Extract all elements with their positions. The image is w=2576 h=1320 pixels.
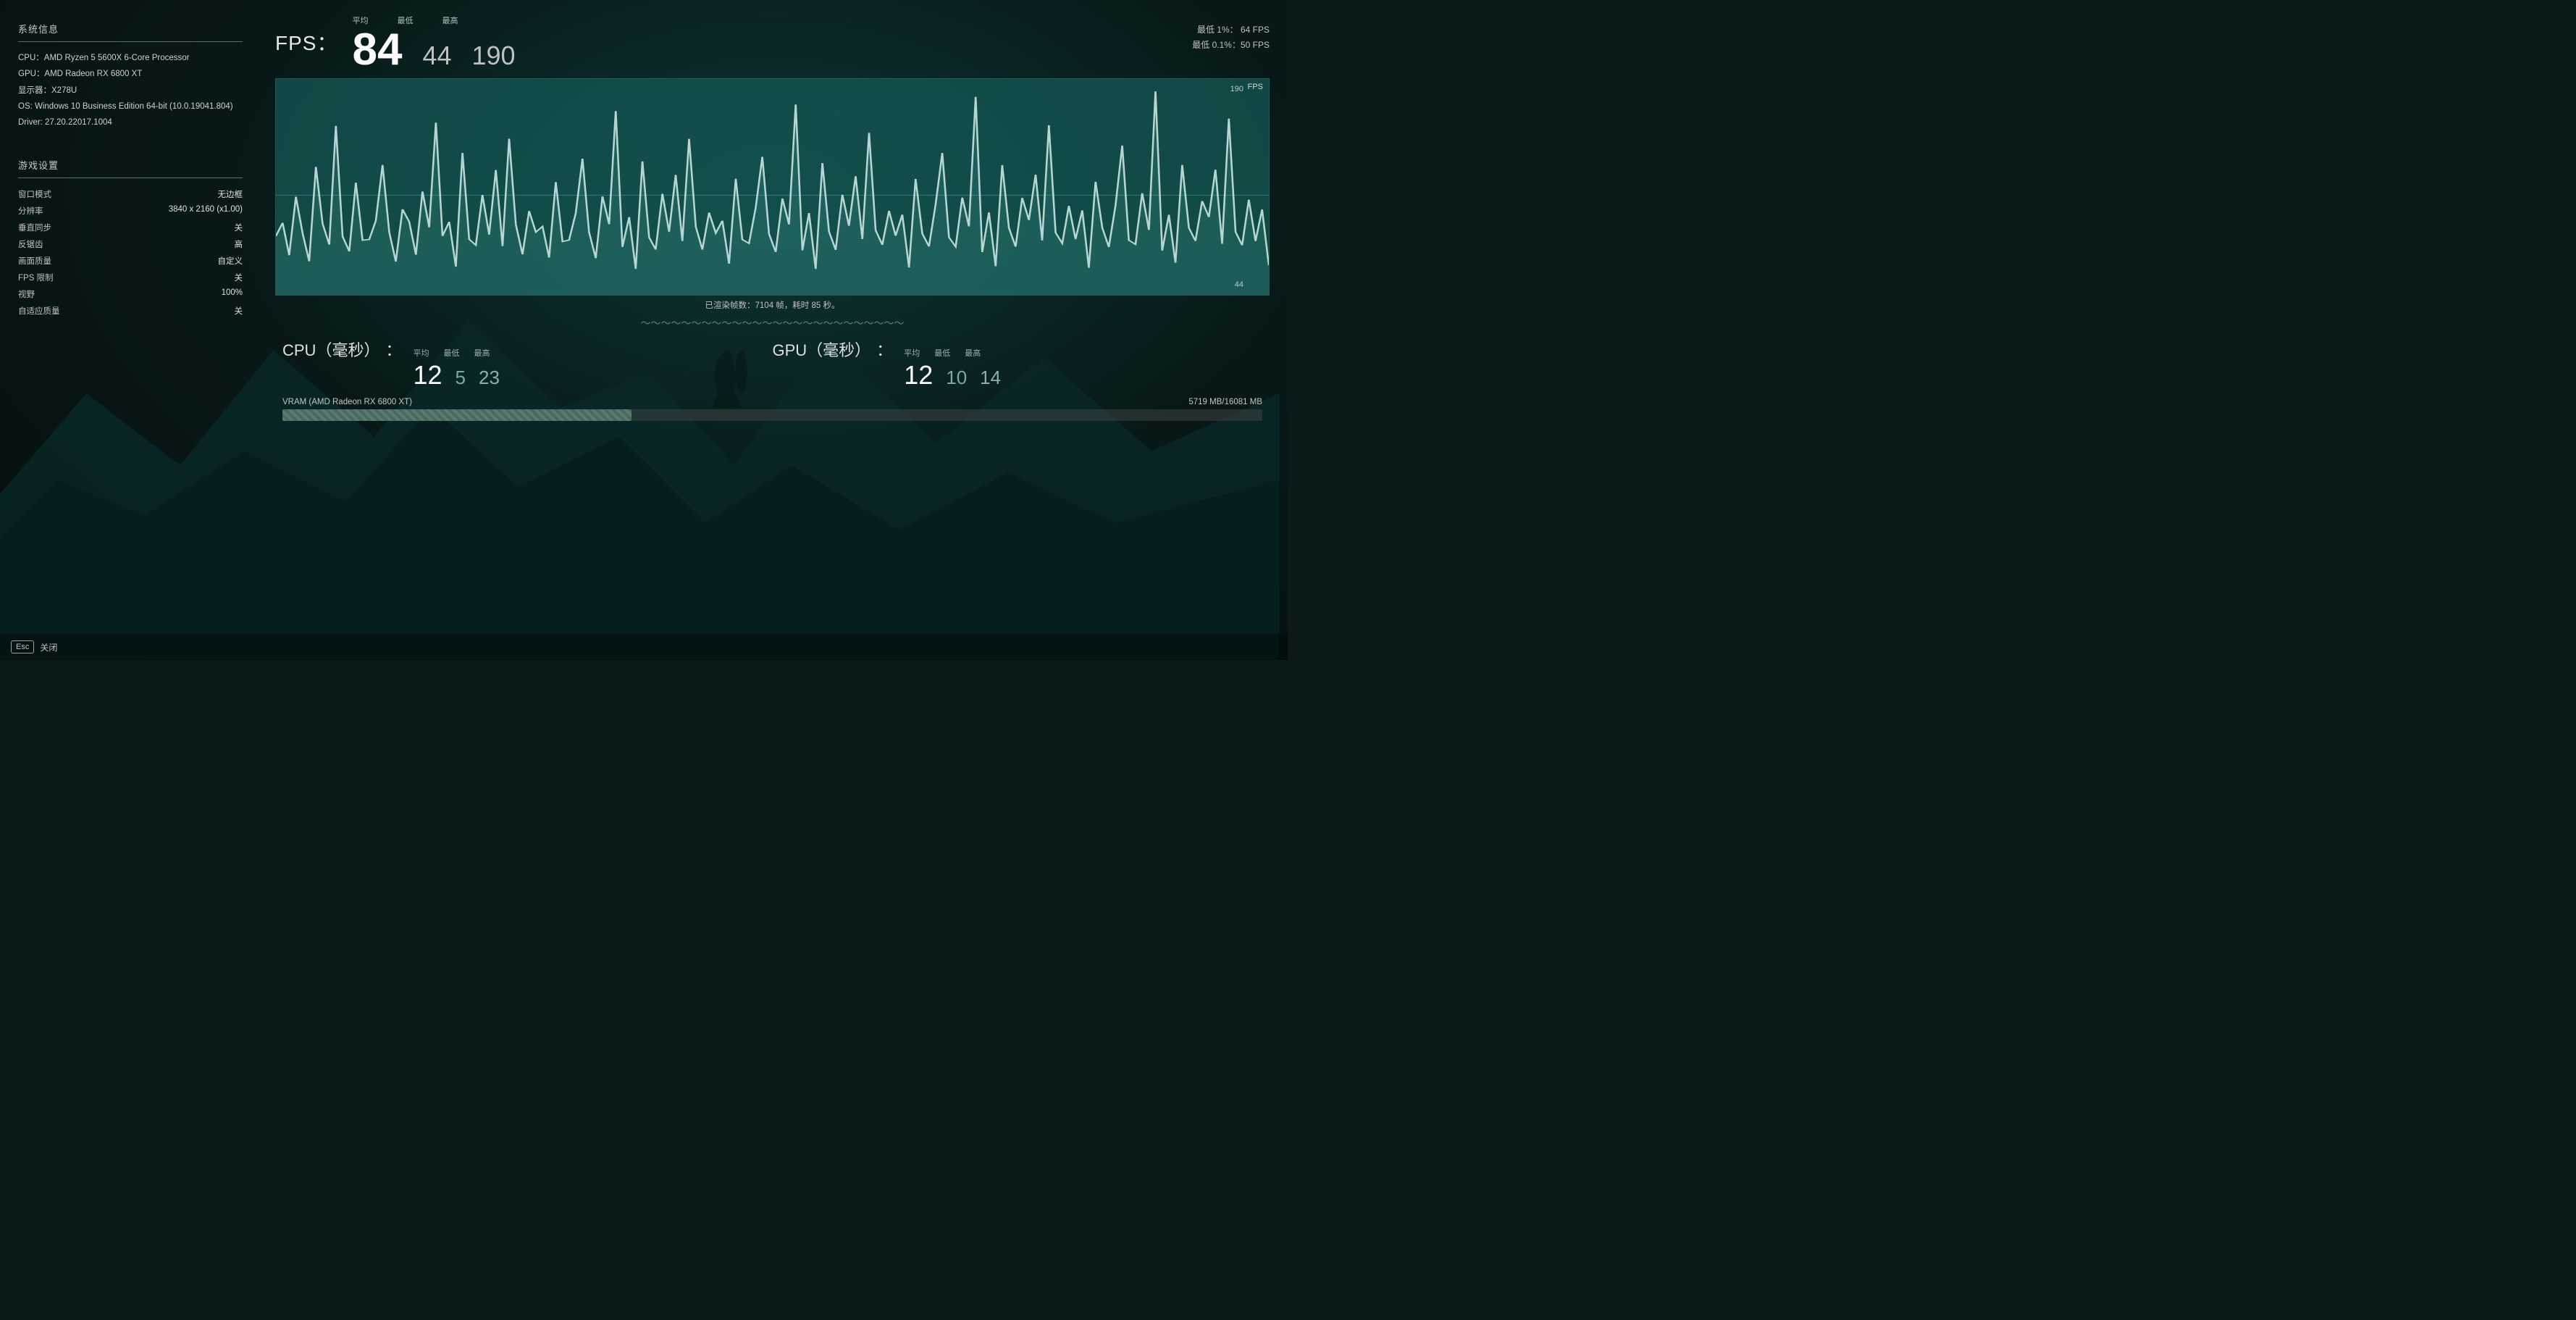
settings-key: 垂直同步	[18, 222, 91, 233]
settings-val: 关	[235, 272, 243, 283]
cpu-values: 12 5 23	[413, 360, 499, 390]
fps-right-stats: 最低 1%： 64 FPS 最低 0.1%：50 FPS	[1192, 14, 1270, 54]
game-settings-title: 游戏设置	[18, 158, 243, 172]
gpu-min-value: 10	[946, 367, 967, 389]
fps-chart: FPS 190 44	[275, 78, 1270, 296]
settings-row: 视野 100%	[18, 288, 243, 300]
left-panel: 系统信息 CPU：AMD Ryzen 5 5600X 6-Core Proces…	[0, 0, 261, 660]
gpu-min-label: 最低	[934, 347, 950, 359]
settings-table: 窗口模式无边框分辨率3840 x 2160 (x1.00)垂直同步关反锯齿高画面…	[18, 188, 243, 317]
driver-info: Driver: 27.20.22017.1004	[18, 117, 243, 129]
gpu-info: GPU：AMD Radeon RX 6800 XT	[18, 68, 243, 80]
fps-header: FPS： 平均 最低 最高 84 44 190 最低 1%： 64 FP	[275, 14, 1270, 72]
cpu-min-label: 最低	[443, 347, 459, 359]
esc-bar: Esc 关闭	[0, 634, 1288, 660]
gpu-max-label: 最高	[965, 347, 981, 359]
cpu-gpu-row: CPU（毫秒） ： 平均 最低 最高 12 5 23 G	[275, 338, 1270, 390]
settings-val: 100%	[222, 288, 243, 300]
fps-percentile-01: 最低 0.1%：50 FPS	[1192, 38, 1270, 51]
gpu-values: 12 10 14	[904, 360, 1001, 390]
settings-val: 关	[235, 222, 243, 233]
gpu-metric-block: GPU（毫秒） ： 平均 最低 最高 12 10 14	[773, 338, 1263, 390]
gpu-colon: ：	[876, 338, 892, 361]
gpu-max-value: 14	[980, 367, 1001, 389]
settings-row: 分辨率 3840 x 2160 (x1.00)	[18, 205, 243, 217]
cpu-min-value: 5	[456, 367, 466, 389]
fps-max-value: 190	[471, 41, 515, 71]
settings-row: FPS 限制 关	[18, 272, 243, 283]
settings-row: 画面质量 自定义	[18, 255, 243, 267]
settings-row: 垂直同步 关	[18, 222, 243, 233]
esc-badge[interactable]: Esc	[11, 640, 34, 653]
system-info-title: 系统信息	[18, 22, 243, 35]
settings-row: 自适应质量 关	[18, 305, 243, 317]
gpu-label: GPU（毫秒）	[773, 338, 871, 361]
settings-val: 自定义	[218, 255, 243, 267]
cpu-max-value: 23	[479, 367, 500, 389]
fps-main-block: 平均 最低 最高 84 44 190	[352, 14, 515, 72]
os-info: OS: Windows 10 Business Edition 64-bit (…	[18, 101, 243, 113]
esc-label: 关闭	[40, 641, 57, 653]
fps-chart-max-label: 190	[1230, 85, 1243, 93]
settings-key: 反锯齿	[18, 238, 91, 250]
settings-val: 高	[235, 238, 243, 250]
gpu-avg-value: 12	[904, 360, 933, 390]
section-divider-2	[18, 177, 243, 178]
display-info: 显示器：X278U	[18, 85, 243, 97]
settings-key: 画面质量	[18, 255, 91, 267]
game-settings-section: 游戏设置 窗口模式无边框分辨率3840 x 2160 (x1.00)垂直同步关反…	[18, 158, 243, 317]
fps-percentile-1: 最低 1%： 64 FPS	[1192, 23, 1270, 35]
cpu-sub-labels: 平均 最低 最高	[413, 347, 499, 359]
cpu-avg-label: 平均	[413, 347, 429, 359]
settings-row: 窗口模式 无边框	[18, 188, 243, 200]
fps-avg-value: 84	[352, 28, 402, 72]
section-divider-1	[18, 41, 243, 42]
fps-values: 84 44 190	[352, 28, 515, 72]
cpu-max-label: 最高	[474, 347, 490, 359]
vram-bar-bg	[282, 409, 1262, 421]
fps-min-value: 44	[422, 41, 451, 71]
settings-val: 关	[235, 305, 243, 317]
cpu-metric-block: CPU（毫秒） ： 平均 最低 最高 12 5 23	[282, 338, 773, 390]
settings-key: 分辨率	[18, 205, 91, 217]
vram-header: VRAM (AMD Radeon RX 6800 XT) 5719 MB/160…	[282, 398, 1262, 406]
vram-section: VRAM (AMD Radeon RX 6800 XT) 5719 MB/160…	[275, 398, 1270, 421]
divider-wave: ～～～～～～～～～～～～～～～～～～～～～～～～～～	[275, 316, 1270, 330]
vram-label: VRAM (AMD Radeon RX 6800 XT)	[282, 398, 412, 406]
gpu-sub-labels: 平均 最低 最高	[904, 347, 1001, 359]
right-panel: FPS： 平均 最低 最高 84 44 190 最低 1%： 64 FP	[261, 0, 1288, 660]
settings-key: FPS 限制	[18, 272, 91, 283]
fps-chart-label: FPS	[1248, 83, 1263, 91]
fps-max-label: 最高	[442, 14, 458, 26]
gpu-stats: 平均 最低 最高 12 10 14	[904, 347, 1001, 390]
cpu-colon: ：	[385, 338, 401, 361]
settings-val: 3840 x 2160 (x1.00)	[169, 205, 243, 217]
settings-val: 无边框	[218, 188, 243, 200]
vram-value: 5719 MB/16081 MB	[1188, 398, 1262, 406]
cpu-info: CPU：AMD Ryzen 5 5600X 6-Core Processor	[18, 52, 243, 64]
settings-row: 反锯齿 高	[18, 238, 243, 250]
settings-key: 窗口模式	[18, 188, 91, 200]
fps-avg-block: 平均 最低 最高 84 44 190	[352, 14, 515, 72]
fps-chart-min-label: 44	[1235, 280, 1243, 289]
vram-bar-fill	[282, 409, 632, 421]
settings-key: 视野	[18, 288, 91, 300]
settings-key: 自适应质量	[18, 305, 91, 317]
cpu-avg-value: 12	[413, 360, 442, 390]
cpu-label: CPU（毫秒）	[282, 338, 379, 361]
rendered-frames: 已渲染帧数：7104 帧，耗时 85 秒。	[275, 299, 1270, 311]
cpu-stats: 平均 最低 最高 12 5 23	[413, 347, 499, 390]
gpu-avg-label: 平均	[904, 347, 920, 359]
fps-label: FPS：	[275, 28, 337, 57]
